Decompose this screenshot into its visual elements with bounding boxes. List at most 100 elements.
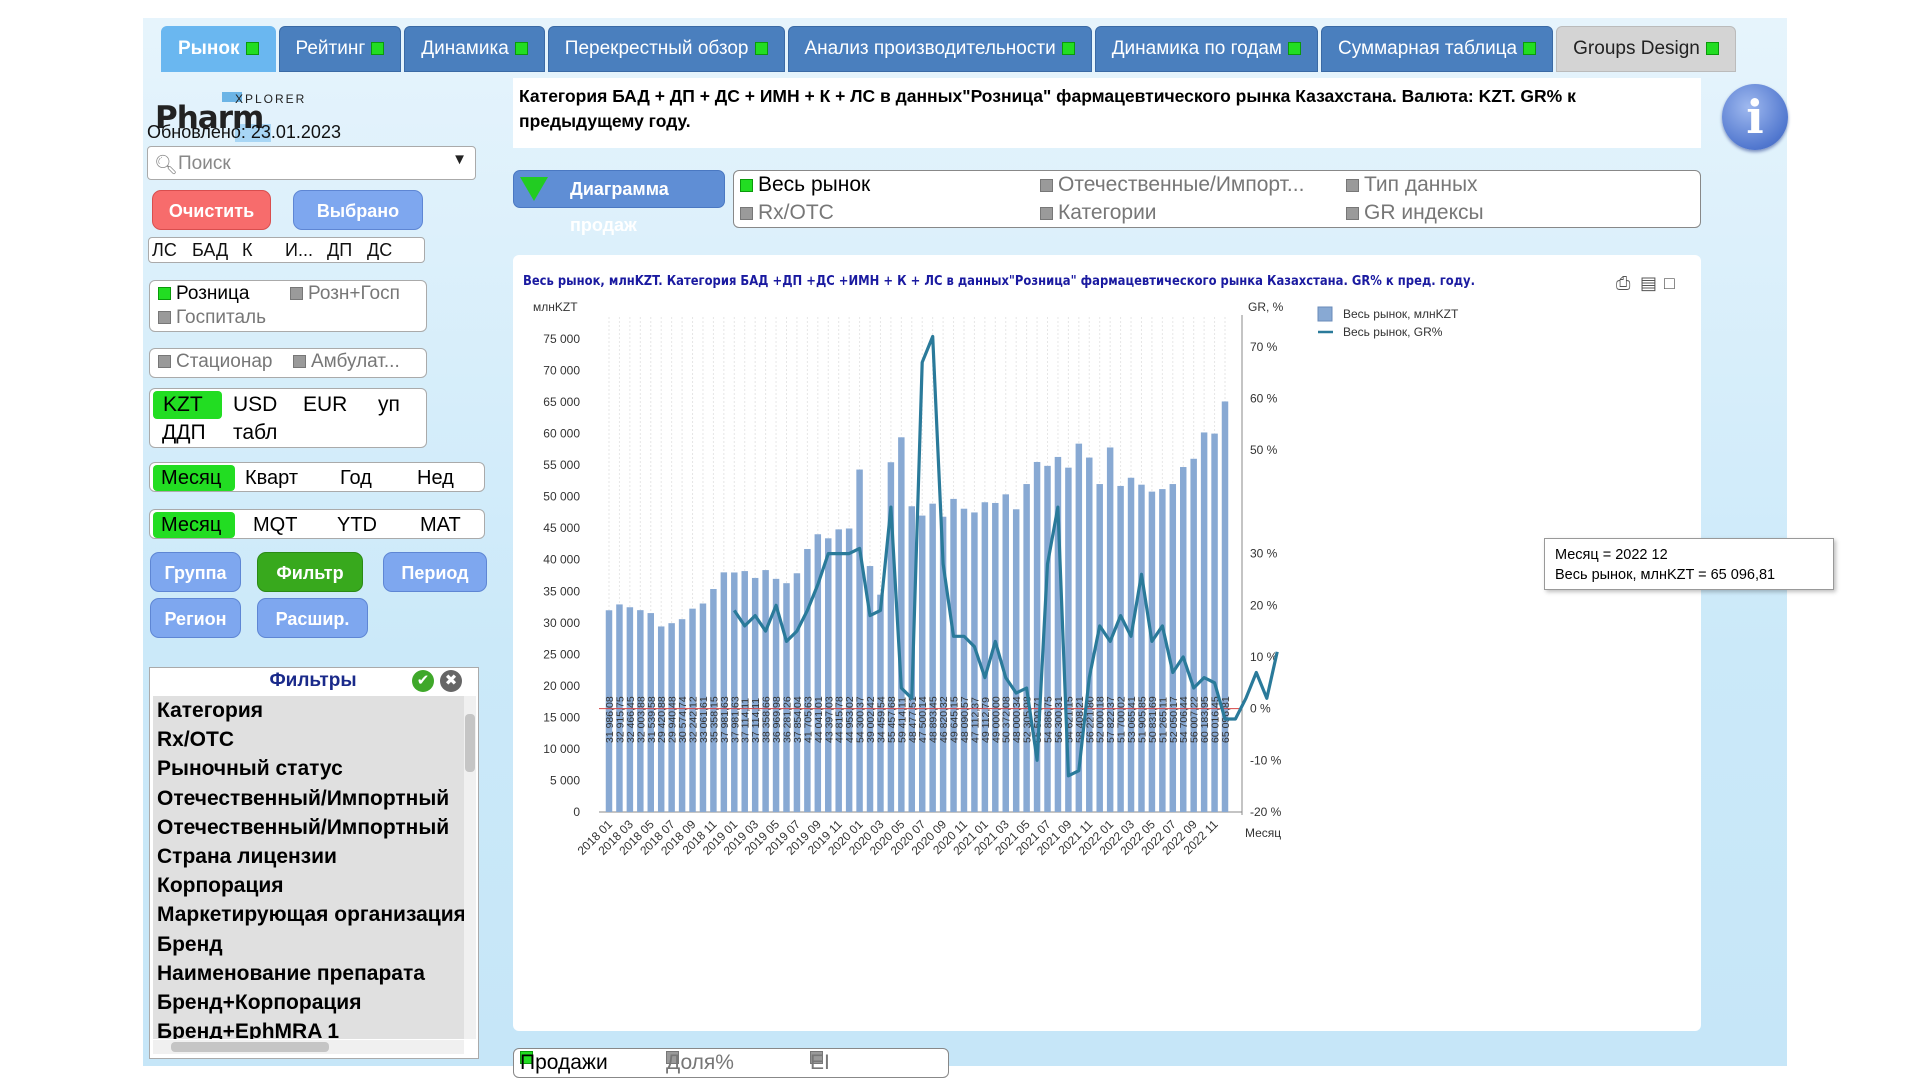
sales-chart: ⎙ ▤ □ Весь рынок, млнKZT. Категория БАД … <box>513 255 1701 1031</box>
filters-hscrollbar[interactable] <box>153 1040 464 1054</box>
y-tick-label: 70 000 <box>543 364 580 378</box>
currency-kzt[interactable]: KZT <box>153 391 222 419</box>
filter-item[interactable]: Отечественный/Импортный <box>153 784 464 813</box>
bar <box>1159 489 1166 812</box>
updated-date: Обновлено: 23.01.2023 <box>147 122 341 142</box>
granularity-month[interactable]: Месяц <box>153 465 235 491</box>
y2-tick-label: 60 % <box>1250 392 1278 406</box>
care-inpatient[interactable]: Стационар <box>158 351 272 373</box>
filter-item[interactable]: Отечественный/Импортный <box>153 813 464 842</box>
filter-item[interactable]: Страна лицензии <box>153 842 464 871</box>
period-ytd[interactable]: YTD <box>337 512 377 538</box>
expand-button[interactable]: Расшир. <box>257 598 368 638</box>
filters-vscrollbar[interactable] <box>464 696 476 1039</box>
search-combobox[interactable]: 🔍︎ Поиск ▼ <box>147 146 476 180</box>
granularity-week[interactable]: Нед <box>417 465 454 491</box>
y-tick-label: 35 000 <box>543 584 580 598</box>
bar <box>929 503 936 812</box>
dim-gr-index[interactable]: GR индексы <box>1346 201 1484 225</box>
filter-item[interactable]: Rx/OTC <box>153 725 464 754</box>
region-button[interactable]: Регион <box>150 598 241 638</box>
filter-item[interactable]: Маркетирующая организация <box>153 900 464 929</box>
dim-rx-otc[interactable]: Rx/OTC <box>740 201 834 225</box>
filter-button[interactable]: Фильтр <box>257 552 363 592</box>
bar <box>1002 494 1009 812</box>
filter-item[interactable]: Бренд+Корпорация <box>153 988 464 1017</box>
currency-tablets[interactable]: табл <box>233 419 277 447</box>
tab-3[interactable]: Перекрестный обзор <box>547 26 785 72</box>
category-chip[interactable]: ДС <box>367 240 392 261</box>
category-chip[interactable]: ЛС <box>152 240 177 261</box>
category-chips: ЛС БАД К И... ДП ДС <box>148 237 425 263</box>
y-tick-label: 65 000 <box>543 395 580 409</box>
search-placeholder: Поиск <box>178 153 231 174</box>
care-outpatient[interactable]: Амбулат... <box>293 351 400 373</box>
currency-ddp[interactable]: ДДП <box>162 419 206 447</box>
tab-0[interactable]: Рынок <box>161 26 276 72</box>
bar <box>1169 484 1177 812</box>
channel-retail-hosp[interactable]: Розн+Госп <box>290 283 400 305</box>
filters-list: Категория Rx/OTC Рыночный статус Отечествен… <box>153 696 464 1039</box>
measure-selector: Продажи Доля% EI <box>513 1048 949 1078</box>
bar <box>741 571 748 812</box>
bar <box>804 548 811 812</box>
filter-item[interactable]: Наименование препарата <box>153 959 464 988</box>
x-axis-label: Месяц <box>1245 826 1281 840</box>
bar <box>1180 467 1187 812</box>
chart-tooltip: Месяц = 2022 12 Весь рынок, млнKZT = 65 … <box>1544 538 1834 590</box>
filter-item[interactable]: Бренд+EphMRA 1 <box>153 1017 464 1039</box>
currency-packs[interactable]: уп <box>378 391 400 419</box>
bar <box>1138 484 1145 812</box>
dim-categories[interactable]: Категории <box>1040 201 1157 225</box>
y2-tick-label: 20 % <box>1250 598 1278 612</box>
period-mat[interactable]: MAT <box>420 512 461 538</box>
bar <box>981 502 989 812</box>
reset-filters-icon[interactable]: ✖ <box>440 670 462 692</box>
filter-item[interactable]: Корпорация <box>153 871 464 900</box>
bar <box>1127 477 1135 812</box>
granularity-year[interactable]: Год <box>340 465 372 491</box>
currency-usd[interactable]: USD <box>233 391 277 419</box>
y-tick-label: 40 000 <box>543 553 580 567</box>
tab-4[interactable]: Анализ производительности <box>787 26 1092 72</box>
legend-line-label: Весь рынок, GR% <box>1343 325 1443 339</box>
currency-eur[interactable]: EUR <box>303 391 347 419</box>
selected-button[interactable]: Выбрано <box>293 190 423 230</box>
dim-data-type[interactable]: Тип данных <box>1346 173 1478 197</box>
period-mqt[interactable]: MQT <box>253 512 297 538</box>
tab-5[interactable]: Динамика по годам <box>1094 26 1318 72</box>
apply-filters-icon[interactable]: ✔ <box>412 670 434 692</box>
granularity-selector: Месяц Кварт Год Нед <box>149 462 485 492</box>
info-icon[interactable]: i <box>1722 84 1788 150</box>
dim-all-market[interactable]: Весь рынок <box>740 173 870 197</box>
period-month[interactable]: Месяц <box>153 512 235 538</box>
bar <box>1012 509 1020 812</box>
sales-chart-button[interactable]: Диаграмма продаж <box>513 170 725 235</box>
currency-selector: KZT USD EUR уп ДДП табл <box>149 388 427 448</box>
status-indicator-icon <box>754 42 768 56</box>
filter-item[interactable]: Категория <box>153 696 464 725</box>
tab-2[interactable]: Динамика <box>404 26 545 72</box>
channel-retail[interactable]: Розница <box>158 283 249 305</box>
tab-1[interactable]: Рейтинг <box>278 26 402 72</box>
tab-6[interactable]: Суммарная таблица <box>1321 26 1554 72</box>
category-chip[interactable]: ДП <box>327 240 352 261</box>
filter-item[interactable]: Бренд <box>153 930 464 959</box>
y-tick-label: 30 000 <box>543 616 580 630</box>
bar <box>1148 491 1156 812</box>
granularity-quarter[interactable]: Кварт <box>245 465 298 491</box>
period-button[interactable]: Период <box>383 552 487 592</box>
chevron-down-icon[interactable]: ▼ <box>452 151 467 168</box>
bar <box>1117 485 1124 812</box>
filter-item[interactable]: Рыночный статус <box>153 754 464 783</box>
tab-7[interactable]: Groups Design <box>1556 26 1736 72</box>
category-chip[interactable]: И... <box>285 240 313 261</box>
clear-button[interactable]: Очистить <box>152 190 271 230</box>
y2-tick-label: -10 % <box>1250 753 1282 767</box>
dim-domestic-import[interactable]: Отечественные/Импорт... <box>1040 173 1304 197</box>
category-chip[interactable]: К <box>242 240 253 261</box>
y-tick-label: 75 000 <box>543 332 580 346</box>
category-chip[interactable]: БАД <box>192 240 228 261</box>
channel-hospital[interactable]: Госпиталь <box>158 307 266 329</box>
group-button[interactable]: Группа <box>150 552 241 592</box>
